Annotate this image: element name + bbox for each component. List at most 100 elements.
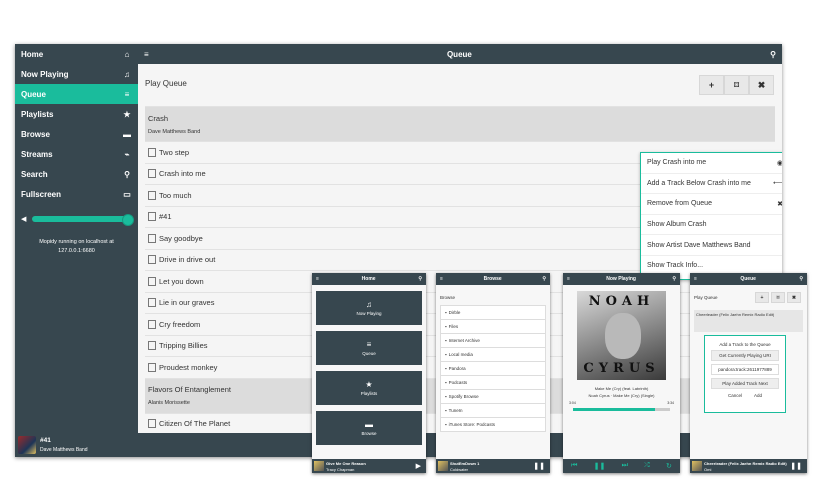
browse-item[interactable]: ▪ Dirble	[440, 305, 546, 320]
search-icon[interactable]: ⚲	[770, 50, 776, 59]
track-title: Let you down	[159, 276, 204, 286]
browse-item[interactable]: ▪ iTunes Store: Podcasts	[440, 417, 546, 432]
search-icon[interactable]: ⚲	[542, 276, 546, 282]
file-icon	[148, 190, 156, 200]
home-tile-queue[interactable]: ≡ Queue	[316, 331, 422, 365]
mobile-queue-track[interactable]: Cheerleader (Felix Jaehn Remix Radio Edi…	[694, 310, 803, 332]
track-title: Two step	[159, 147, 190, 157]
add-track-button[interactable]: +	[699, 75, 724, 95]
clear-queue-button[interactable]: ✖	[787, 292, 801, 303]
browse-item-label: Files	[448, 324, 459, 329]
context-menu-item[interactable]: Remove from Queue ✖	[641, 194, 782, 215]
tile-icon: ★	[365, 380, 373, 389]
next-icon[interactable]: ⏭	[622, 462, 628, 470]
browse-item[interactable]: ▪ TuneIn	[440, 403, 546, 418]
time-elapsed: 3:04	[569, 401, 576, 405]
top-bar: ≡ Queue ⚲	[138, 44, 782, 64]
volume-control: ◀	[15, 212, 138, 226]
tile-icon: ≡	[366, 340, 372, 349]
browse-item[interactable]: ▪ Podcasts	[440, 375, 546, 390]
sidebar-item-queue[interactable]: Queue ≡	[15, 84, 138, 104]
track-title: Citizen Of The Planet	[159, 419, 231, 429]
mobile-browse-player[interactable]: ShutEmDown 1 Coldwater ❚❚	[436, 459, 550, 473]
search-icon: ⚲	[124, 169, 130, 179]
pause-icon[interactable]: ❚❚	[594, 462, 606, 470]
speaker-icon: ◀	[21, 216, 27, 223]
cancel-button[interactable]: Cancel	[728, 393, 742, 398]
sidebar-item-search[interactable]: Search ⚲	[15, 164, 138, 184]
file-icon	[148, 419, 156, 429]
home-tile-playlists[interactable]: ★ Playlists	[316, 371, 422, 405]
server-status-line: Mopidy running on localhost at	[39, 239, 114, 245]
progress-bar[interactable]	[573, 408, 670, 411]
play-next-toggle[interactable]: Play Added Track Next	[711, 378, 779, 389]
browse-item[interactable]: ▪ Local media	[440, 347, 546, 362]
context-menu-item[interactable]: Add a Track Below Crash into me ⟵	[641, 174, 782, 195]
menu-icon[interactable]: ≡	[144, 50, 149, 59]
cover-art: NOAH CYRUS	[577, 291, 666, 380]
menu-icon[interactable]: ≡	[694, 276, 697, 282]
pause-icon[interactable]: ❚❚	[790, 462, 802, 470]
search-icon[interactable]: ⚲	[672, 276, 676, 282]
volume-knob[interactable]	[122, 214, 134, 226]
now-playing-bar[interactable]: #41 Dave Matthews Band	[15, 433, 138, 457]
file-icon	[148, 276, 156, 286]
browse-item[interactable]: ▪ Pandora	[440, 361, 546, 376]
browse-item[interactable]: ▪ Spotify Browse	[440, 389, 546, 404]
mobile-queue-toolbar: + ⌑ ✖	[755, 292, 801, 303]
sidebar-item-playlists[interactable]: Playlists ★	[15, 104, 138, 124]
home-tile-browse[interactable]: ▬ Browse	[316, 411, 422, 445]
repeat-icon[interactable]: ↻	[666, 462, 672, 470]
sidebar-item-now-playing[interactable]: Now Playing ♫	[15, 64, 138, 84]
browse-item[interactable]: ▪ Internet Archive	[440, 333, 546, 348]
dialog-title: Add a Track to the Queue	[719, 342, 771, 347]
browse-item[interactable]: ▪ Files	[440, 319, 546, 334]
file-icon	[148, 298, 156, 308]
add-button[interactable]: Add	[754, 393, 762, 398]
clear-queue-button[interactable]: ✖	[749, 75, 774, 95]
save-queue-button[interactable]: ⌑	[771, 292, 785, 303]
track-row[interactable]: Crash Dave Matthews Band	[145, 106, 775, 141]
context-menu-item[interactable]: Play Crash into me ◉	[641, 153, 782, 174]
mobile-np-title: ShutEmDown 1	[450, 461, 480, 466]
mobile-home-player[interactable]: Give Me One Reason Tracy Chapman ▶	[312, 459, 426, 473]
menu-icon[interactable]: ≡	[440, 276, 443, 282]
menu-icon[interactable]: ≡	[316, 276, 319, 282]
arrow-left-icon: ⟵	[772, 180, 782, 188]
add-track-button[interactable]: +	[755, 292, 769, 303]
play-icon[interactable]: ▶	[416, 462, 421, 470]
track-title: Tripping Billies	[159, 341, 208, 351]
track-title: Flavors Of Entanglement	[148, 385, 231, 394]
file-icon	[148, 233, 156, 243]
star-icon: ★	[123, 109, 131, 119]
page-title: Queue	[446, 49, 472, 59]
home-tiles: ♫ Now Playing ≡ Queue ★ Playlists ▬ Browse	[312, 291, 426, 445]
search-icon[interactable]: ⚲	[799, 276, 803, 282]
file-icon	[148, 341, 156, 351]
context-menu-item[interactable]: Show Artist Dave Matthews Band	[641, 235, 782, 256]
volume-slider[interactable]	[32, 214, 134, 226]
sidebar-item-fullscreen[interactable]: Fullscreen ▭	[15, 184, 138, 204]
context-menu-item[interactable]: Show Album Crash	[641, 215, 782, 236]
search-icon[interactable]: ⚲	[418, 276, 422, 282]
get-uri-button[interactable]: Get Currently Playing URI	[711, 350, 779, 361]
track-title: Cry freedom	[159, 319, 201, 329]
pause-icon[interactable]: ❚❚	[533, 462, 545, 470]
mobile-queue-player[interactable]: Cheerleader (Felix Jaehn Remix Radio Edi…	[690, 459, 807, 473]
server-status: Mopidy running on localhost at 127.0.0.1:…	[15, 238, 138, 256]
sidebar-item-streams[interactable]: Streams ⌁	[15, 144, 138, 164]
save-queue-button[interactable]: ⌑	[724, 75, 749, 95]
add-track-dialog: Add a Track to the Queue Get Currently P…	[704, 335, 786, 413]
uri-input[interactable]: pandora:track:2611977889	[711, 364, 779, 375]
home-tile-now-playing[interactable]: ♫ Now Playing	[316, 291, 422, 325]
browse-item-label: Dirble	[448, 310, 461, 315]
previous-icon[interactable]: ⏮	[571, 462, 577, 470]
sidebar-item-browse[interactable]: Browse ▬	[15, 124, 138, 144]
menu-icon[interactable]: ≡	[567, 276, 570, 282]
folder-icon: ▪	[445, 338, 447, 343]
mobile-np-artist: Tracy Chapman	[326, 467, 355, 472]
sidebar-item-label: Queue	[21, 89, 46, 99]
tile-icon: ♫	[366, 300, 372, 309]
sidebar-item-home[interactable]: Home ⌂	[15, 44, 138, 64]
shuffle-icon[interactable]: ⤮	[644, 462, 650, 470]
